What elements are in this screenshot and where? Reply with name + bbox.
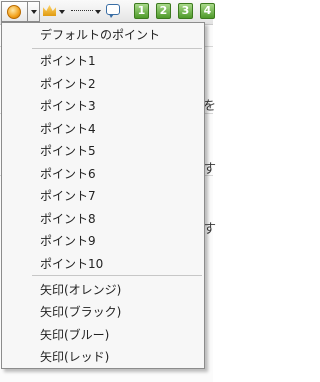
menu-item-default-point[interactable]: デフォルトのポイント (4, 24, 202, 46)
menu-item-point-6[interactable]: ポイント6 (4, 163, 202, 185)
comment-button[interactable] (106, 3, 122, 19)
menu-item-label: ポイント3 (40, 99, 96, 113)
menu-item-label: ポイント10 (40, 257, 104, 271)
menu-item-arrow-black[interactable]: 矢印(ブラック) (4, 301, 202, 323)
chevron-down-icon (31, 10, 37, 14)
number-2-button[interactable]: 2 (156, 3, 171, 19)
menu-item-point-2[interactable]: ポイント2 (4, 73, 202, 95)
number-4-button[interactable]: 4 (200, 3, 215, 19)
menu-separator (32, 48, 202, 49)
menu-item-point-3[interactable]: ポイント3 (4, 95, 202, 117)
menu-item-label: ポイント5 (40, 144, 96, 158)
menu-item-label: ポイント8 (40, 212, 96, 226)
menu-item-point-5[interactable]: ポイント5 (4, 140, 202, 162)
menu-item-point-10[interactable]: ポイント10 (4, 253, 202, 275)
chevron-down-icon (95, 10, 101, 14)
menu-item-label: 矢印(レッド) (40, 350, 110, 364)
menu-item-label: 矢印(オレンジ) (40, 283, 122, 297)
number-3-button[interactable]: 3 (178, 3, 193, 19)
point-style-dropdown-arrow[interactable] (27, 2, 40, 21)
menu-item-label: デフォルトのポイント (40, 28, 161, 42)
menu-item-arrow-orange[interactable]: 矢印(オレンジ) (4, 279, 202, 301)
menu-item-label: ポイント1 (40, 54, 96, 68)
chevron-down-icon (59, 10, 65, 14)
crown-button[interactable] (43, 3, 67, 19)
menu-separator (32, 275, 202, 276)
menu-item-label: ポイント2 (40, 77, 96, 91)
menu-item-point-4[interactable]: ポイント4 (4, 118, 202, 140)
point-dropdown-menu: デフォルトのポイント ポイント1 ポイント2 ポイント3 ポイント4 ポイント5… (1, 22, 205, 369)
point-style-split-button[interactable] (1, 1, 40, 22)
menu-item-label: ポイント6 (40, 167, 96, 181)
dashed-line-icon (71, 10, 93, 11)
menu-item-label: 矢印(ブルー) (40, 328, 110, 342)
point-style-button[interactable] (2, 2, 27, 21)
menu-item-label: ポイント4 (40, 122, 96, 136)
menu-item-arrow-red[interactable]: 矢印(レッド) (4, 346, 202, 368)
menu-item-point-7[interactable]: ポイント7 (4, 185, 202, 207)
menu-item-label: ポイント7 (40, 189, 96, 203)
crown-icon (43, 5, 56, 16)
menu-item-point-8[interactable]: ポイント8 (4, 208, 202, 230)
number-1-button[interactable]: 1 (134, 3, 149, 19)
menu-item-point-9[interactable]: ポイント9 (4, 230, 202, 252)
sun-icon (7, 5, 21, 19)
menu-item-label: ポイント9 (40, 234, 96, 248)
menu-item-arrow-blue[interactable]: 矢印(ブルー) (4, 324, 202, 346)
speech-bubble-icon (106, 4, 120, 18)
menu-item-label: 矢印(ブラック) (40, 305, 122, 319)
menu-item-point-1[interactable]: ポイント1 (4, 50, 202, 72)
line-style-button[interactable] (71, 3, 103, 19)
